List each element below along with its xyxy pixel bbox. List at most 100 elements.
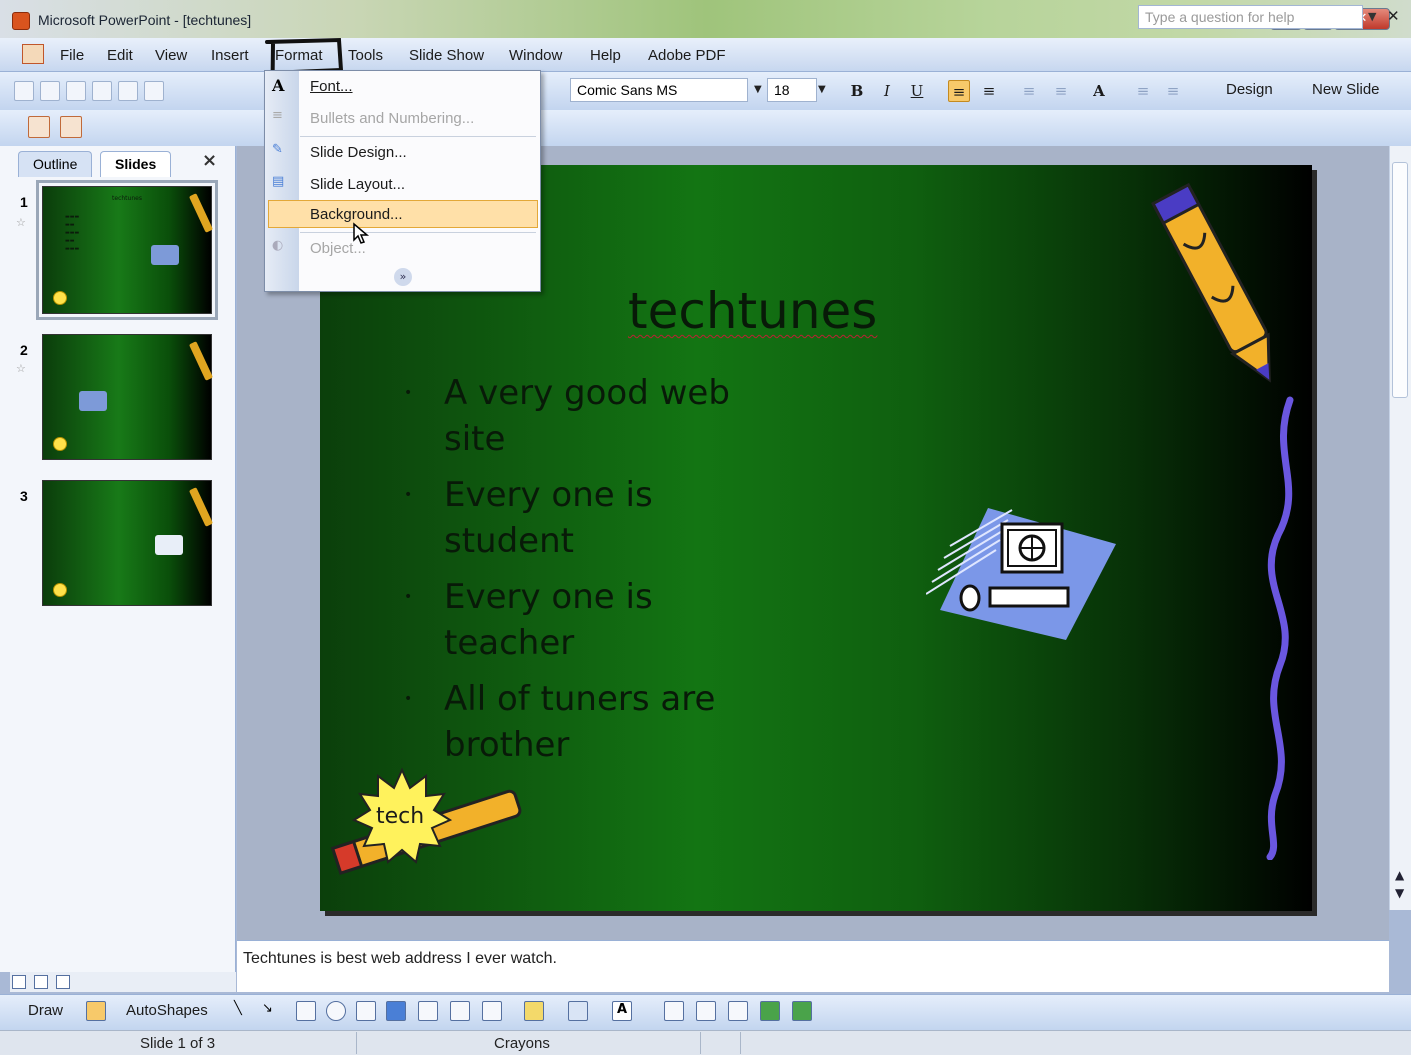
sun-badge-icon xyxy=(53,437,67,451)
font-dropdown-icon[interactable]: ▼ xyxy=(754,84,762,95)
bullets-button[interactable]: ≡ xyxy=(1050,80,1072,102)
textbox-icon[interactable] xyxy=(356,1001,376,1021)
copy-icon[interactable] xyxy=(92,81,112,101)
slide-title[interactable]: techtunes xyxy=(628,282,877,340)
increase-indent-icon: ≡ xyxy=(1166,82,1180,100)
align-left-icon: ≡ xyxy=(952,83,966,101)
bold-button[interactable]: B xyxy=(846,80,868,102)
3d-icon[interactable] xyxy=(792,1001,812,1021)
cursor-icon xyxy=(353,222,370,244)
computer-clipart-icon xyxy=(151,245,179,265)
align-center-icon: ≡ xyxy=(982,82,996,100)
italic-button[interactable]: I xyxy=(876,80,898,102)
menu-item-background[interactable]: Background... xyxy=(310,206,403,223)
slide-count: Slide 1 of 3 xyxy=(140,1035,216,1052)
slideshow-icon[interactable] xyxy=(56,975,70,989)
tab-slides[interactable]: Slides xyxy=(100,151,172,177)
paste-icon[interactable] xyxy=(118,81,138,101)
menu-item-bullets-numbering: Bullets and Numbering... xyxy=(310,110,475,127)
decrease-indent-icon: ≡ xyxy=(1136,82,1150,100)
computer-clipart-icon[interactable] xyxy=(926,484,1122,642)
font-name-field[interactable]: Comic Sans MS xyxy=(570,78,748,102)
undo-icon[interactable] xyxy=(144,81,164,101)
open-icon[interactable] xyxy=(40,81,60,101)
convert-to-pdf-icon[interactable] xyxy=(28,116,50,138)
slide-number: 3 xyxy=(20,488,28,504)
size-dropdown-icon[interactable]: ▼ xyxy=(818,84,826,95)
slide-layout-icon: ▤ xyxy=(272,174,285,189)
slide-thumbnail-3[interactable] xyxy=(42,480,214,606)
line-icon[interactable]: ╲ xyxy=(234,1001,254,1021)
document-icon[interactable] xyxy=(22,44,44,64)
tab-outline[interactable]: Outline xyxy=(18,151,93,177)
squiggle-decoration xyxy=(1266,396,1294,860)
rectangle-icon[interactable] xyxy=(296,1001,316,1021)
print-icon[interactable] xyxy=(66,81,86,101)
sun-badge-icon xyxy=(53,291,67,305)
diagram-icon[interactable] xyxy=(418,1001,438,1021)
crayon-icon[interactable] xyxy=(1150,172,1290,402)
select-cursor-icon[interactable] xyxy=(86,1001,106,1021)
picture-icon[interactable] xyxy=(482,1001,502,1021)
help-search-input[interactable]: Type a question for help xyxy=(1138,5,1363,29)
font-color-icon[interactable]: A xyxy=(612,1001,632,1021)
menu-adobe-pdf[interactable]: Adobe PDF xyxy=(648,47,726,64)
increase-indent-button[interactable]: ≡ xyxy=(1162,80,1184,102)
autoshapes-button[interactable]: AutoShapes xyxy=(126,1002,208,1019)
menu-item-slide-design[interactable]: Slide Design... xyxy=(310,144,407,161)
notes-text[interactable]: Techtunes is best web address I ever wat… xyxy=(243,950,557,968)
sun-badge-icon xyxy=(53,583,67,597)
previous-slide-icon[interactable]: ▲ xyxy=(1395,868,1404,882)
shadow-icon[interactable] xyxy=(760,1001,780,1021)
expand-menu-icon[interactable]: » xyxy=(394,268,412,286)
menu-view[interactable]: View xyxy=(155,47,187,64)
fill-color-icon[interactable] xyxy=(524,1001,544,1021)
help-dropdown-icon[interactable]: ▼ xyxy=(1368,10,1376,23)
thumb-title: techtunes xyxy=(112,195,142,202)
pdf-email-icon[interactable] xyxy=(60,116,82,138)
badge-text: tech xyxy=(376,804,425,829)
clipart-icon xyxy=(79,391,107,411)
slide-thumbnail-1[interactable]: techtunes ▬▬▬ ▬▬ ▬▬▬ ▬▬ ▬▬▬ xyxy=(36,180,218,320)
numbering-icon: ≡ xyxy=(1022,82,1036,100)
menu-help[interactable]: Help xyxy=(590,47,621,64)
draw-menu-button[interactable]: Draw xyxy=(28,1002,63,1019)
bullets-icon: ≡ xyxy=(1054,82,1068,100)
menu-window[interactable]: Window xyxy=(509,47,562,64)
menu-file[interactable]: File xyxy=(60,47,84,64)
slide-thumbnail-2[interactable] xyxy=(42,334,214,460)
menu-item-font[interactable]: Font... xyxy=(310,78,353,95)
align-center-button[interactable]: ≡ xyxy=(978,80,1000,102)
new-slide-button[interactable]: New Slide xyxy=(1312,81,1380,98)
document-close-button[interactable]: ✕ xyxy=(1387,7,1400,25)
align-left-button[interactable]: ≡ xyxy=(948,80,970,102)
numbering-button[interactable]: ≡ xyxy=(1018,80,1040,102)
next-slide-icon[interactable]: ▼ xyxy=(1395,886,1404,900)
object-icon: ◐ xyxy=(272,238,284,253)
animation-icon: ☆ xyxy=(16,216,26,229)
increase-font-button[interactable]: A xyxy=(1088,80,1110,102)
normal-view-icon[interactable] xyxy=(12,975,26,989)
underline-button[interactable]: U xyxy=(906,80,928,102)
pane-close-icon[interactable]: × xyxy=(202,150,217,171)
font-size-field[interactable]: 18 xyxy=(767,78,817,102)
app-icon[interactable] xyxy=(12,12,30,30)
oval-icon[interactable] xyxy=(326,1001,346,1021)
design-button[interactable]: Design xyxy=(1226,81,1273,98)
bullets-icon: ≡ xyxy=(272,108,283,123)
clipart-insert-icon[interactable] xyxy=(450,1001,470,1021)
line-color-icon[interactable] xyxy=(568,1001,588,1021)
line-style-icon[interactable] xyxy=(664,1001,684,1021)
dash-style-icon[interactable] xyxy=(696,1001,716,1021)
menu-insert[interactable]: Insert xyxy=(211,47,249,64)
decrease-indent-button[interactable]: ≡ xyxy=(1132,80,1154,102)
arrow-icon[interactable]: ↘ xyxy=(262,1001,282,1021)
wordart-icon[interactable] xyxy=(386,1001,406,1021)
menu-edit[interactable]: Edit xyxy=(107,47,133,64)
slide-number: 1 xyxy=(20,194,28,210)
arrow-style-icon[interactable] xyxy=(728,1001,748,1021)
new-icon[interactable] xyxy=(14,81,34,101)
scrollbar-thumb[interactable] xyxy=(1392,162,1408,398)
menu-item-slide-layout[interactable]: Slide Layout... xyxy=(310,176,405,193)
slide-sorter-icon[interactable] xyxy=(34,975,48,989)
